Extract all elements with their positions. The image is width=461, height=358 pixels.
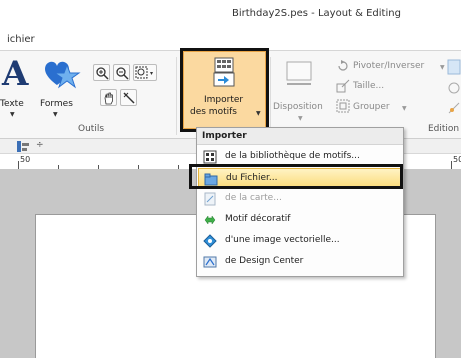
library-grid-icon xyxy=(203,150,217,164)
zoom-in-button[interactable] xyxy=(93,64,110,81)
pivoter-inverser-button[interactable]: Pivoter/Inverser xyxy=(353,61,424,71)
hand-icon xyxy=(104,92,113,105)
formes-caret-icon[interactable]: ▼ xyxy=(53,111,58,118)
disposition-label[interactable]: Disposition xyxy=(273,102,323,112)
measure-icon xyxy=(123,92,135,104)
edition-tool-icon[interactable] xyxy=(447,81,461,95)
menu-item-label: Motif décoratif xyxy=(225,214,291,224)
ruler-tick xyxy=(451,161,452,169)
menu-item-design-center[interactable]: de Design Center xyxy=(198,252,402,272)
menu-item-label: d'une image vectorielle... xyxy=(225,235,340,245)
ruler-tick xyxy=(178,165,179,169)
title-bar: Birthday2S.pes - Layout & Editing xyxy=(0,0,461,29)
pivoter-caret-icon[interactable]: ▼ xyxy=(440,64,445,71)
menu-item-motif-decoratif[interactable]: Motif décoratif xyxy=(198,210,402,230)
ruler-number: 50 xyxy=(453,155,461,164)
menu-item-image-vectorielle[interactable]: d'une image vectorielle... xyxy=(198,231,402,251)
subbar-symbol[interactable]: ÷ xyxy=(36,140,44,150)
ruler-tick xyxy=(18,161,19,169)
menu-item-label: de Design Center xyxy=(225,256,304,266)
dropdown-header: Importer xyxy=(197,128,403,145)
tab-fichier[interactable]: ichier xyxy=(7,34,35,45)
edition-group-label: Edition xyxy=(428,124,460,134)
zoom-fit-dropdown[interactable]: ▾ xyxy=(133,64,157,81)
texte-caret-icon[interactable]: ▼ xyxy=(10,111,15,118)
zoom-in-icon xyxy=(96,67,109,80)
ruler-number: 50 xyxy=(20,155,31,164)
ruler-tick xyxy=(98,165,99,169)
measure-tool-button[interactable] xyxy=(120,89,137,106)
texte-label[interactable]: Texte xyxy=(0,99,24,109)
ruler-tick xyxy=(58,165,59,169)
group-separator xyxy=(270,57,271,135)
zoom-out-button[interactable] xyxy=(113,64,130,81)
resize-icon xyxy=(336,79,350,93)
group-icon xyxy=(336,99,350,113)
window-title: Birthday2S.pes - Layout & Editing xyxy=(232,8,401,19)
edition-tool-icon[interactable] xyxy=(447,101,461,115)
menu-item-de-la-carte[interactable]: de la carte... xyxy=(198,189,402,209)
zoom-fit-icon: ▾ xyxy=(135,66,153,79)
pan-hand-button[interactable] xyxy=(100,89,117,106)
grouper-caret-icon[interactable]: ▼ xyxy=(402,105,407,112)
disposition-icon[interactable] xyxy=(285,58,313,88)
align-icon[interactable] xyxy=(17,141,29,152)
menu-item-label: de la bibliothèque de motifs... xyxy=(225,151,360,161)
edition-tool-icon[interactable] xyxy=(447,59,461,75)
texte-icon[interactable]: A xyxy=(2,56,28,92)
dropdown-header-label: Importer xyxy=(202,131,247,141)
grouper-button[interactable]: Grouper xyxy=(353,102,390,112)
formes-label[interactable]: Formes xyxy=(40,99,73,109)
group-separator xyxy=(176,57,177,135)
annotation-highlight-box xyxy=(189,164,403,189)
annotation-highlight-box xyxy=(180,48,269,132)
menu-item-label: de la carte... xyxy=(225,193,282,203)
outils-group-label: Outils xyxy=(78,124,105,134)
ruler-tick xyxy=(138,165,139,169)
vector-image-icon xyxy=(203,234,217,248)
design-center-icon xyxy=(203,256,217,268)
disposition-caret-icon[interactable]: ▼ xyxy=(298,115,303,122)
shapes-heart-star-icon[interactable] xyxy=(39,55,83,93)
importer-dropdown-menu: Importer de la bibliothèque de motifs...… xyxy=(196,127,404,277)
svg-text:▾: ▾ xyxy=(150,70,153,77)
card-icon xyxy=(204,192,216,206)
zoom-out-icon xyxy=(116,67,129,80)
taille-button[interactable]: Taille... xyxy=(353,81,384,91)
rotate-icon xyxy=(338,60,348,71)
decorative-pattern-icon xyxy=(204,215,216,225)
